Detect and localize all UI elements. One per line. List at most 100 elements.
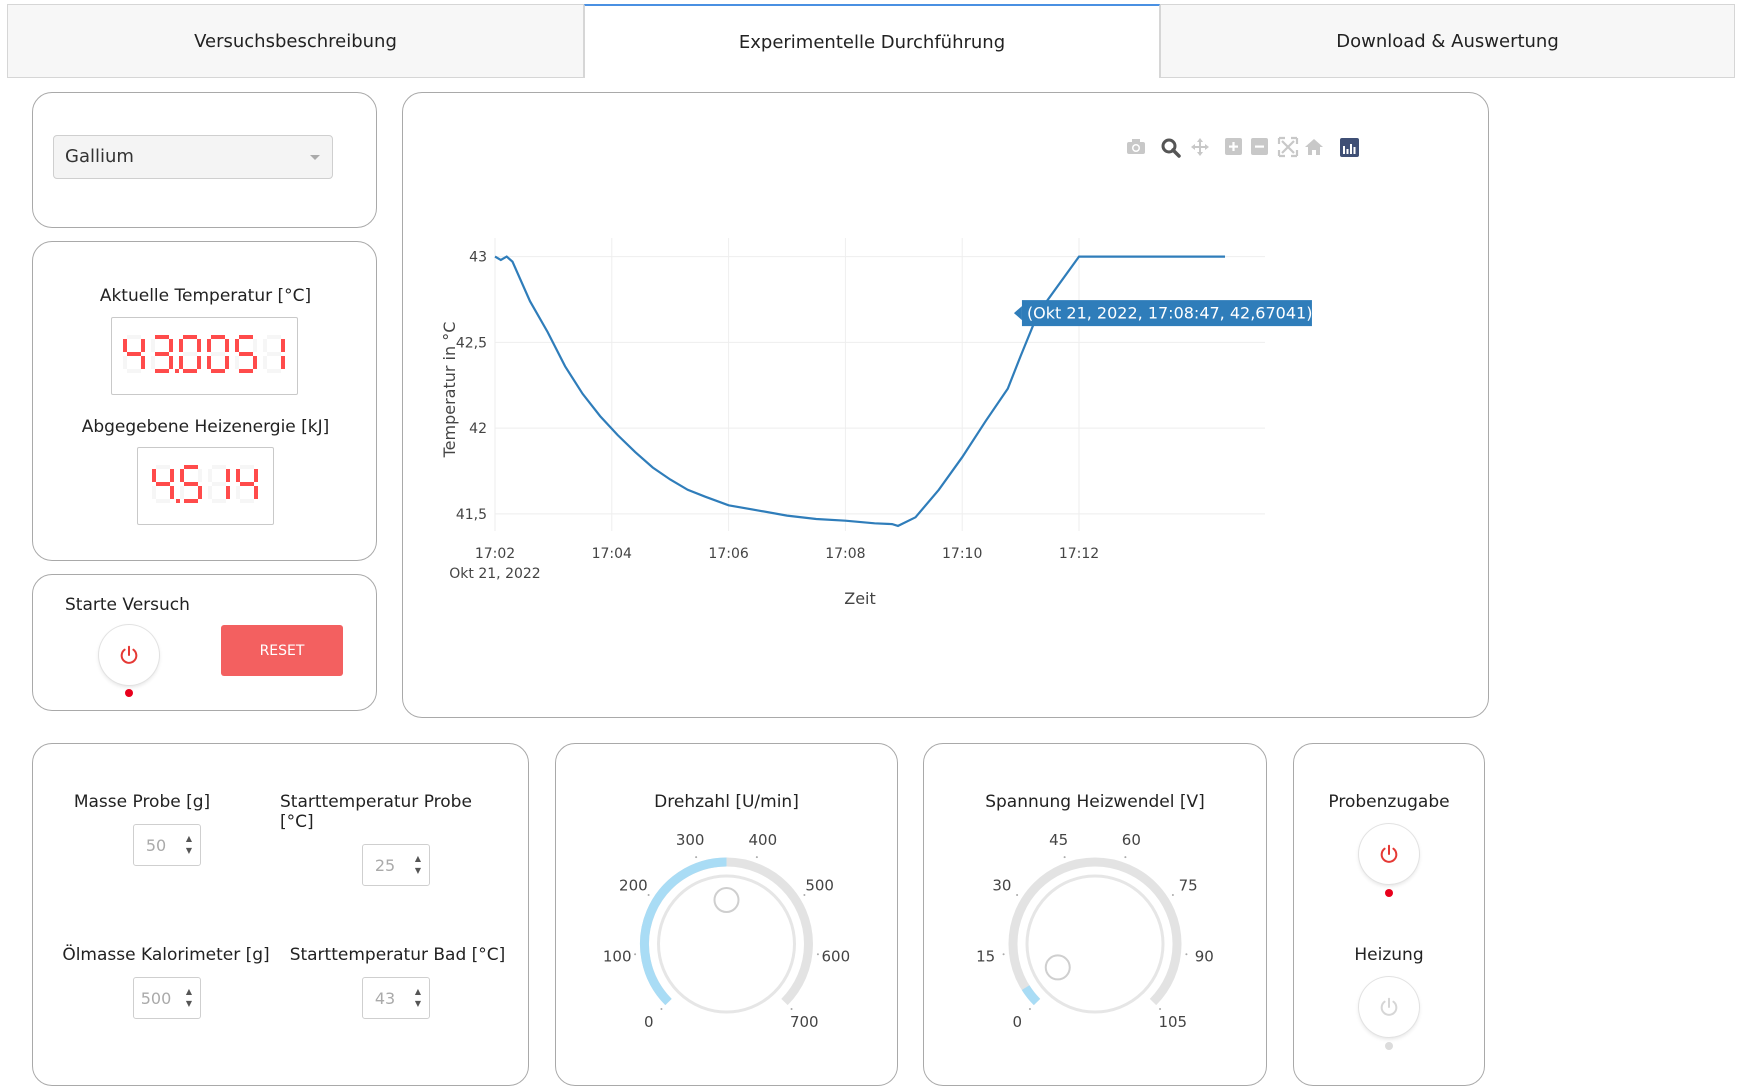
sample-start-temp-field[interactable] (363, 845, 407, 885)
lcd-digit (150, 335, 173, 373)
oil-mass-input[interactable]: ▲▼ (133, 977, 201, 1019)
x-tick-label: 17:08 (825, 546, 865, 562)
lcd-digit (235, 465, 258, 503)
material-select[interactable]: Gallium (53, 135, 333, 179)
knob-dial[interactable] (1025, 874, 1165, 1014)
knob-tick-label: 0 (1012, 1013, 1022, 1031)
x-tick-label: 17:12 (1059, 546, 1099, 562)
knob-value-arc (1021, 985, 1041, 1006)
rpm-knob[interactable]: 0 100 200 300 400 500 600 700 (556, 824, 897, 1084)
power-icon (1380, 997, 1398, 1016)
parameters-card: Masse Probe [g] ▲▼ Starttemperatur Probe… (32, 743, 529, 1086)
y-tick-label: 42 (469, 421, 487, 437)
zoom-icon[interactable] (1161, 138, 1181, 158)
knob-tick-label: 400 (749, 831, 778, 849)
lcd-digit (151, 465, 174, 503)
y-tick-label: 41,5 (456, 507, 487, 523)
tab-download-auswertung[interactable]: Download & Auswertung (1160, 4, 1735, 78)
camera-icon[interactable] (1127, 139, 1145, 154)
lcd-digit (206, 335, 229, 373)
toggles-card: Probenzugabe Heizung (1293, 743, 1485, 1086)
stepper-arrows-icon[interactable]: ▲ ▼ (415, 986, 421, 1010)
hover-tooltip: (Okt 21, 2022, 17:08:47, 42,67041) (1013, 300, 1313, 327)
chevron-down-icon (310, 155, 320, 160)
power-icon (120, 645, 138, 664)
temperature-label: Aktuelle Temperatur [°C] (99, 286, 312, 306)
knob-tick-label: 60 (1122, 831, 1141, 849)
knob-tick-label: 600 (821, 947, 850, 965)
sample-mass-input[interactable]: ▲▼ (133, 824, 201, 866)
oil-mass-label: Ölmasse Kalorimeter [g] (62, 945, 270, 965)
temperature-digits (122, 335, 285, 373)
knob-tick-label: 700 (790, 1013, 819, 1031)
knob-tick-label: 75 (1179, 876, 1198, 894)
tooltip-text: (Okt 21, 2022, 17:08:47, 42,67041) (1027, 304, 1313, 323)
x-tick-label: 17:06 (708, 546, 748, 562)
heating-label: Heizung (1354, 945, 1424, 965)
sample-start-temp-label: Starttemperatur Probe [°C] (280, 792, 472, 832)
plotly-logo-icon[interactable] (1340, 138, 1359, 157)
zoom-in-icon[interactable] (1225, 138, 1242, 155)
knob-tick-label: 15 (976, 947, 995, 965)
y-tick-label: 43 (469, 250, 487, 266)
knob-tick-label: 0 (644, 1013, 654, 1031)
knob-tick-label: 90 (1195, 947, 1214, 965)
stepper-arrows-icon[interactable]: ▲ ▼ (186, 986, 192, 1010)
voltage-knob[interactable]: 0 15 30 45 60 75 90 105 (924, 824, 1266, 1084)
chart-grid (494, 238, 1265, 531)
lcd-digit (179, 465, 202, 503)
knob-tick-label: 500 (805, 876, 834, 894)
temperature-display (111, 317, 298, 395)
energy-display (137, 447, 274, 525)
energy-digits (151, 465, 258, 503)
bath-start-temp-input[interactable]: ▲▼ (362, 977, 430, 1019)
knob-handle[interactable] (713, 887, 740, 913)
knob-tick-label: 200 (619, 876, 648, 894)
knob-tick-label: 100 (603, 947, 632, 965)
start-status-led (125, 689, 133, 697)
sample-mass-label: Masse Probe [g] (73, 792, 211, 812)
start-card: Starte Versuch RESET (32, 574, 377, 711)
zoom-out-icon[interactable] (1251, 138, 1268, 155)
sample-mass-field[interactable] (134, 825, 178, 865)
chart-card: 17:02 17:04 17:06 17:08 17:10 17:12 Okt 21, 20… (402, 92, 1489, 718)
x-tick-label: 17:10 (942, 546, 982, 562)
x-axis-title: Zeit (844, 589, 876, 608)
oil-mass-field[interactable] (134, 978, 178, 1018)
y-axis-title: Temperatur in °C (440, 322, 459, 459)
knob-tick-label: 300 (676, 831, 705, 849)
power-icon (1380, 844, 1398, 863)
tab-experimentelle-durchfuehrung[interactable]: Experimentelle Durchführung (584, 4, 1160, 78)
bath-start-temp-field[interactable] (363, 978, 407, 1018)
start-label: Starte Versuch (65, 595, 190, 615)
rpm-label: Drehzahl [U/min] (654, 792, 799, 812)
temperature-series-line (494, 255, 1225, 528)
lcd-digit (234, 335, 257, 373)
lcd-digit (122, 335, 145, 373)
tab-versuchsbeschreibung[interactable]: Versuchsbeschreibung (7, 4, 584, 78)
start-power-button[interactable] (99, 625, 159, 685)
reset-axes-icon[interactable] (1305, 139, 1323, 155)
voltage-label: Spannung Heizwendel [V] (985, 792, 1205, 812)
x-date-label: Okt 21, 2022 (449, 566, 540, 582)
material-card: Gallium (32, 92, 377, 228)
knob-handle[interactable] (1044, 954, 1071, 981)
tab-bar: Versuchsbeschreibung Experimentelle Durc… (7, 4, 1735, 78)
stepper-arrows-icon[interactable]: ▲ ▼ (186, 833, 192, 857)
readouts-card: Aktuelle Temperatur [°C] Abgegebene Heiz… (32, 241, 377, 561)
rpm-knob-card: Drehzahl [U/min] 0 100 200 300 400 500 600 700 (555, 743, 898, 1086)
stepper-arrows-icon[interactable]: ▲ ▼ (415, 853, 421, 877)
sample-addition-button[interactable] (1359, 824, 1419, 884)
lcd-digit (262, 335, 285, 373)
y-tick-label: 42,5 (456, 335, 487, 351)
heating-led (1385, 1042, 1393, 1050)
x-tick-label: 17:02 (475, 546, 515, 562)
autoscale-icon[interactable] (1277, 136, 1299, 158)
sample-start-temp-input[interactable]: ▲▼ (362, 844, 430, 886)
temperature-chart[interactable]: 17:02 17:04 17:06 17:08 17:10 17:12 Okt 21, 20… (403, 93, 1488, 717)
energy-label: Abgegebene Heizenergie [kJ] (81, 417, 330, 437)
chart-modebar (1127, 136, 1359, 158)
heating-button[interactable] (1359, 977, 1419, 1037)
reset-button[interactable]: RESET (221, 625, 343, 676)
pan-icon[interactable] (1191, 138, 1209, 156)
